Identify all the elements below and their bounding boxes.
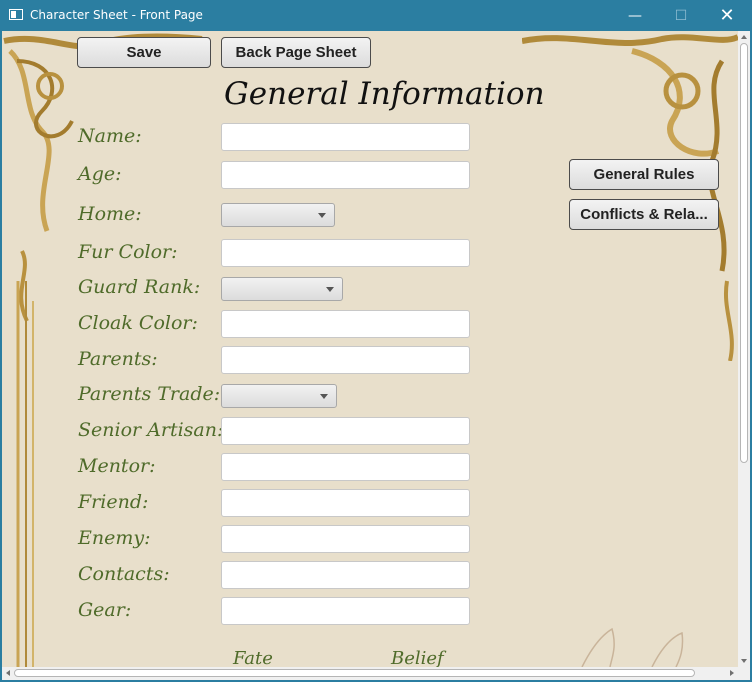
conflicts-button[interactable]: Conflicts & Rela... bbox=[569, 199, 719, 230]
vertical-scroll-thumb[interactable] bbox=[740, 43, 748, 463]
guard-rank-label: Guard Rank: bbox=[78, 276, 201, 298]
close-button[interactable]: ✕ bbox=[704, 0, 750, 31]
gear-field[interactable] bbox=[221, 597, 470, 625]
horizontal-scroll-thumb[interactable] bbox=[14, 669, 695, 677]
fur-color-label: Fur Color: bbox=[78, 241, 178, 263]
close-icon: ✕ bbox=[719, 5, 735, 26]
friend-label: Friend: bbox=[78, 491, 149, 513]
contacts-label: Contacts: bbox=[78, 563, 170, 585]
gold-left-border bbox=[16, 281, 34, 667]
senior-artisan-label: Senior Artisan: bbox=[78, 419, 224, 441]
parents-trade-select[interactable] bbox=[221, 384, 337, 408]
title-bar[interactable]: Character Sheet - Front Page — ☐ ✕ bbox=[0, 0, 752, 31]
name-label: Name: bbox=[78, 125, 142, 147]
scroll-right-icon[interactable] bbox=[730, 670, 734, 676]
belief-heading: Belief bbox=[391, 648, 444, 669]
cloak-color-label: Cloak Color: bbox=[78, 312, 198, 334]
save-button[interactable]: Save bbox=[77, 37, 211, 68]
age-label: Age: bbox=[78, 163, 122, 185]
fate-heading: Fate bbox=[233, 648, 273, 669]
window-title: Character Sheet - Front Page bbox=[30, 8, 203, 22]
chevron-down-icon bbox=[320, 394, 328, 399]
maximize-icon: ☐ bbox=[674, 7, 688, 24]
vertical-scrollbar[interactable] bbox=[738, 31, 750, 667]
scroll-left-icon[interactable] bbox=[6, 670, 10, 676]
age-field[interactable] bbox=[221, 161, 470, 189]
home-label: Home: bbox=[78, 203, 142, 225]
mentor-label: Mentor: bbox=[78, 455, 156, 477]
guard-rank-select[interactable] bbox=[221, 277, 343, 301]
chevron-down-icon bbox=[326, 287, 334, 292]
content-area: Save Back Page Sheet General Information… bbox=[2, 31, 750, 680]
minimize-button[interactable]: — bbox=[612, 0, 658, 31]
senior-artisan-field[interactable] bbox=[221, 417, 470, 445]
sketch-ears-decoration bbox=[581, 627, 684, 667]
parents-trade-label: Parents Trade: bbox=[78, 383, 221, 405]
minimize-icon: — bbox=[628, 7, 642, 24]
scroll-up-icon[interactable] bbox=[741, 35, 747, 39]
fur-color-field[interactable] bbox=[221, 239, 470, 267]
maximize-button[interactable]: ☐ bbox=[658, 0, 704, 31]
gold-ornament-top-right bbox=[522, 34, 738, 361]
horizontal-scrollbar[interactable] bbox=[2, 667, 738, 680]
contacts-field[interactable] bbox=[221, 561, 470, 589]
home-select[interactable] bbox=[221, 203, 335, 227]
mentor-field[interactable] bbox=[221, 453, 470, 481]
scroll-down-icon[interactable] bbox=[741, 659, 747, 663]
enemy-field[interactable] bbox=[221, 525, 470, 553]
parents-field[interactable] bbox=[221, 346, 470, 374]
chevron-down-icon bbox=[318, 213, 326, 218]
cloak-color-field[interactable] bbox=[221, 310, 470, 338]
scrollbar-corner bbox=[738, 667, 750, 680]
back-page-sheet-button[interactable]: Back Page Sheet bbox=[221, 37, 371, 68]
parents-label: Parents: bbox=[78, 348, 158, 370]
window-icon bbox=[9, 9, 23, 20]
enemy-label: Enemy: bbox=[78, 527, 151, 549]
gear-label: Gear: bbox=[78, 599, 132, 621]
name-field[interactable] bbox=[221, 123, 470, 151]
parchment-background: Save Back Page Sheet General Information… bbox=[2, 31, 738, 669]
friend-field[interactable] bbox=[221, 489, 470, 517]
general-rules-button[interactable]: General Rules bbox=[569, 159, 719, 190]
app-window: Character Sheet - Front Page — ☐ ✕ Save … bbox=[0, 0, 752, 682]
page-title: General Information bbox=[224, 76, 545, 112]
